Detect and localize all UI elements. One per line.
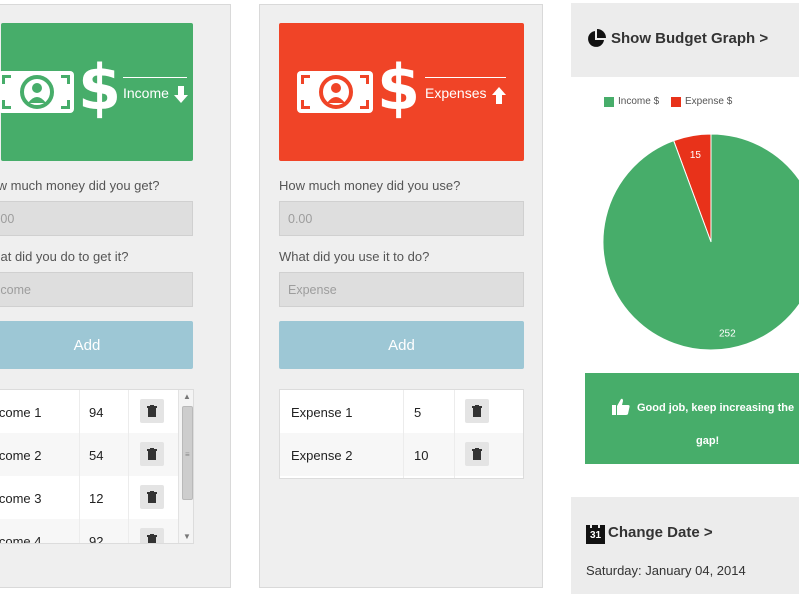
income-amount-question: How much money did you get? bbox=[0, 178, 160, 193]
expense-banner-label: Expenses bbox=[425, 85, 487, 101]
expense-add-button[interactable]: Add bbox=[279, 321, 524, 369]
calendar-icon: 31 bbox=[586, 523, 605, 544]
expense-amount-input[interactable]: 0.00 bbox=[279, 201, 524, 236]
current-date: Saturday: January 04, 2014 bbox=[586, 563, 746, 578]
expense-panel: $ Expenses How much money did you use? 0… bbox=[259, 4, 543, 588]
budget-graph-toggle[interactable]: Show Budget Graph > bbox=[571, 3, 799, 77]
pie-chart-icon bbox=[588, 29, 606, 47]
income-add-button[interactable]: Add bbox=[0, 321, 193, 369]
trash-icon[interactable] bbox=[140, 442, 164, 466]
expense-row: Expense 2 10 bbox=[280, 433, 523, 476]
trash-icon[interactable] bbox=[465, 442, 489, 466]
thumbs-up-icon bbox=[612, 398, 630, 415]
budget-pie-chart: 15 252 bbox=[603, 134, 799, 350]
trash-icon[interactable] bbox=[140, 485, 164, 509]
expense-list: Expense 1 5 Expense 2 10 bbox=[279, 389, 524, 479]
status-message-line2: gap! bbox=[696, 435, 720, 447]
expense-name: Expense 2 bbox=[291, 448, 353, 463]
expense-banner: $ Expenses bbox=[279, 23, 524, 161]
income-amount: 12 bbox=[89, 491, 104, 506]
trash-icon[interactable] bbox=[465, 399, 489, 423]
change-date-section[interactable]: 31 Change Date > Saturday: January 04, 2… bbox=[571, 497, 799, 594]
budget-graph-header: Show Budget Graph > bbox=[611, 30, 769, 47]
income-amount: 54 bbox=[89, 448, 104, 463]
income-row: Income 2 54 bbox=[0, 433, 193, 476]
income-banner: $ Income bbox=[0, 23, 193, 161]
income-name: Income 1 bbox=[0, 405, 42, 420]
income-row: Income 1 94 bbox=[0, 390, 193, 433]
expense-amount: 5 bbox=[414, 405, 422, 420]
dollar-icon: $ bbox=[78, 51, 122, 124]
status-message-line1: Good job, keep increasing the bbox=[637, 402, 795, 414]
expense-amount-question: How much money did you use? bbox=[279, 178, 461, 193]
trash-icon[interactable] bbox=[140, 399, 164, 423]
arrow-down-icon bbox=[174, 86, 188, 103]
calendar-day: 31 bbox=[589, 530, 602, 541]
expense-amount: 10 bbox=[414, 448, 429, 463]
dollar-icon: $ bbox=[377, 51, 421, 124]
income-list-scrollbar[interactable]: ▲ ≡ ▼ bbox=[178, 390, 193, 543]
income-source-question: What did you do to get it? bbox=[0, 249, 129, 264]
income-banner-label: Income bbox=[123, 85, 169, 101]
scroll-up-icon[interactable]: ▲ bbox=[183, 392, 191, 401]
pie-label-income: 252 bbox=[719, 328, 736, 339]
change-date-header[interactable]: Change Date > bbox=[608, 524, 713, 541]
expense-use-question: What did you use it to do? bbox=[279, 249, 430, 264]
income-row: Income 4 92 bbox=[0, 519, 193, 544]
income-panel: $ Income How much money did you get? 0.0… bbox=[0, 4, 231, 588]
legend-income: Income $ bbox=[604, 96, 659, 107]
pie-label-expense: 15 bbox=[690, 150, 702, 161]
income-name: Income 3 bbox=[0, 491, 42, 506]
scroll-down-icon[interactable]: ▼ bbox=[183, 532, 191, 541]
income-list: Income 1 94 Income 2 54 Income 3 12 Inco… bbox=[0, 389, 194, 544]
expense-row: Expense 1 5 bbox=[280, 390, 523, 433]
status-message: Good job, keep increasing the gap! bbox=[585, 373, 799, 464]
money-bill-icon bbox=[297, 71, 373, 113]
income-row: Income 3 12 bbox=[0, 476, 193, 519]
income-amount-input[interactable]: 0.00 bbox=[0, 201, 193, 236]
money-bill-icon bbox=[0, 71, 74, 113]
income-name: Income 4 bbox=[0, 534, 42, 544]
income-amount: 92 bbox=[89, 534, 104, 544]
expense-name: Expense 1 bbox=[291, 405, 353, 420]
income-amount: 94 bbox=[89, 405, 104, 420]
expense-use-input[interactable]: Expense bbox=[279, 272, 524, 307]
arrow-up-icon bbox=[492, 87, 506, 104]
trash-icon[interactable] bbox=[140, 528, 164, 543]
income-name: Income 2 bbox=[0, 448, 42, 463]
income-source-input[interactable]: Income bbox=[0, 272, 193, 307]
legend-expense: Expense $ bbox=[671, 96, 732, 107]
